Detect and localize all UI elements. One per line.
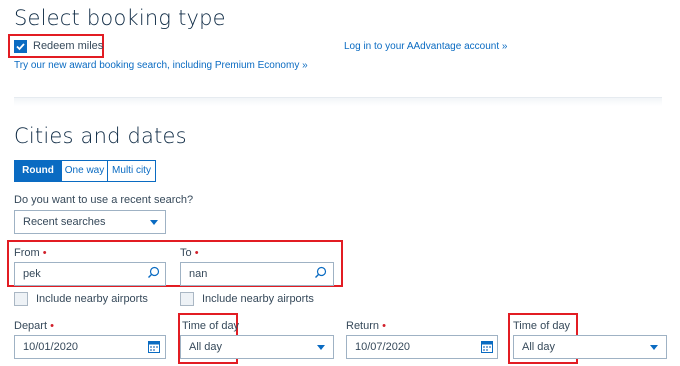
nearby-airports-from-label: Include nearby airports bbox=[36, 293, 148, 305]
to-input[interactable]: nan bbox=[180, 262, 334, 286]
redeem-miles-checkbox[interactable] bbox=[14, 40, 27, 53]
depart-date-input[interactable]: 10/01/2020 bbox=[14, 335, 166, 359]
required-mark: • bbox=[42, 247, 47, 259]
from-label: From • bbox=[14, 247, 47, 259]
required-mark: • bbox=[382, 320, 386, 332]
return-date-value: 10/07/2020 bbox=[355, 341, 411, 353]
section-divider bbox=[14, 97, 662, 106]
required-mark: • bbox=[194, 247, 199, 259]
depart-time-value: All day bbox=[189, 341, 223, 353]
nearby-airports-to-checkbox[interactable] bbox=[180, 292, 194, 306]
required-mark: • bbox=[50, 320, 54, 332]
depart-time-label: Time of day bbox=[182, 320, 240, 332]
return-time-label: Time of day bbox=[513, 320, 571, 332]
from-input[interactable]: pek bbox=[14, 262, 166, 286]
tab-round-trip[interactable]: Round trip bbox=[14, 160, 62, 196]
nearby-airports-to-label: Include nearby airports bbox=[202, 293, 314, 305]
depart-label: Depart • bbox=[14, 320, 54, 332]
recent-searches-value: Recent searches bbox=[23, 216, 106, 228]
nearby-airports-from-checkbox[interactable] bbox=[14, 292, 28, 306]
from-value: pek bbox=[23, 268, 41, 280]
tab-multi-city[interactable]: Multi city bbox=[108, 160, 156, 182]
return-label: Return • bbox=[346, 320, 386, 332]
depart-date-value: 10/01/2020 bbox=[23, 341, 79, 353]
recent-searches-select[interactable]: Recent searches bbox=[14, 210, 166, 234]
login-link[interactable]: Log in to your AAdvantage account » bbox=[344, 41, 507, 52]
check-icon bbox=[16, 43, 25, 51]
redeem-miles-label: Redeem miles bbox=[33, 40, 104, 52]
award-search-link[interactable]: Try our new award booking search, includ… bbox=[14, 60, 308, 71]
return-time-select[interactable]: All day bbox=[513, 335, 667, 359]
calendar-icon[interactable] bbox=[481, 340, 493, 353]
booking-type-title: Select booking type bbox=[14, 6, 226, 30]
calendar-icon[interactable] bbox=[148, 340, 160, 353]
depart-time-select[interactable]: All day bbox=[180, 335, 334, 359]
chevron-down-icon bbox=[150, 220, 158, 225]
return-time-value: All day bbox=[522, 341, 556, 353]
cities-dates-title: Cities and dates bbox=[14, 124, 187, 148]
search-icon[interactable] bbox=[314, 266, 327, 279]
chevron-down-icon bbox=[317, 345, 325, 350]
return-date-input[interactable]: 10/07/2020 bbox=[346, 335, 498, 359]
search-icon[interactable] bbox=[147, 266, 160, 279]
recent-search-prompt: Do you want to use a recent search? bbox=[14, 194, 194, 206]
tab-one-way[interactable]: One way bbox=[62, 160, 108, 182]
to-value: nan bbox=[189, 268, 208, 280]
chevron-down-icon bbox=[650, 345, 658, 350]
to-label: To • bbox=[180, 247, 199, 259]
